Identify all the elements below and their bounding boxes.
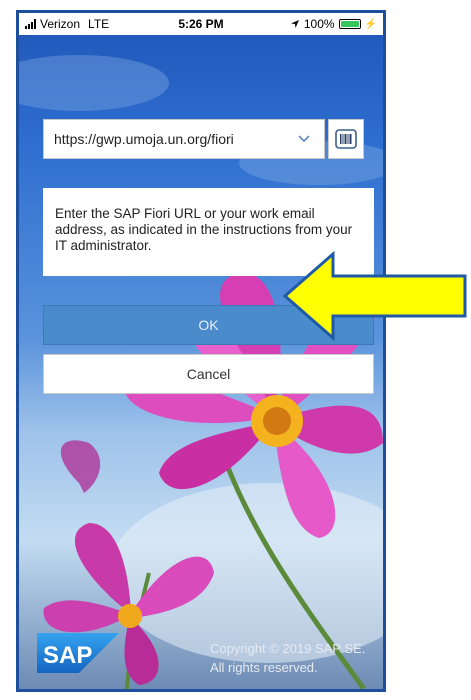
url-value: https://gwp.umoja.un.org/fiori [54,131,234,147]
network-type: LTE [88,17,110,31]
barcode-scan-button[interactable] [328,119,364,159]
chevron-down-icon[interactable] [294,131,314,147]
copyright: Copyright © 2019 SAP SE. All rights rese… [210,639,370,677]
phone-screen: Verizon LTE 5:26 PM 100% ⚡ https://gwp.u… [16,10,386,692]
sap-logo-text: SAP [43,642,92,669]
location-arrow-icon [290,20,299,28]
battery-icon [338,19,361,29]
charging-icon: ⚡ [364,18,377,30]
copyright-line-2: All rights reserved. [210,660,318,675]
signal-icon [25,19,36,29]
status-bar: Verizon LTE 5:26 PM 100% ⚡ [19,13,383,35]
cancel-button[interactable]: Cancel [43,354,374,394]
status-left: Verizon LTE [25,17,155,31]
yellow-annotation-arrow [283,250,467,342]
battery-percent: 100% [303,17,335,31]
clock: 5:26 PM [178,17,224,31]
ok-label: OK [198,317,219,333]
barcode-icon [335,129,357,149]
sap-logo: SAP [37,633,119,673]
instructions-text: Enter the SAP Fiori URL or your work ema… [55,206,353,253]
copyright-line-1: Copyright © 2019 SAP SE. [210,641,366,656]
cancel-label: Cancel [186,366,231,382]
carrier-name: Verizon [40,17,81,31]
status-right: 100% ⚡ [247,17,377,31]
url-input[interactable]: https://gwp.umoja.un.org/fiori [43,119,325,159]
flower-background [19,55,383,689]
